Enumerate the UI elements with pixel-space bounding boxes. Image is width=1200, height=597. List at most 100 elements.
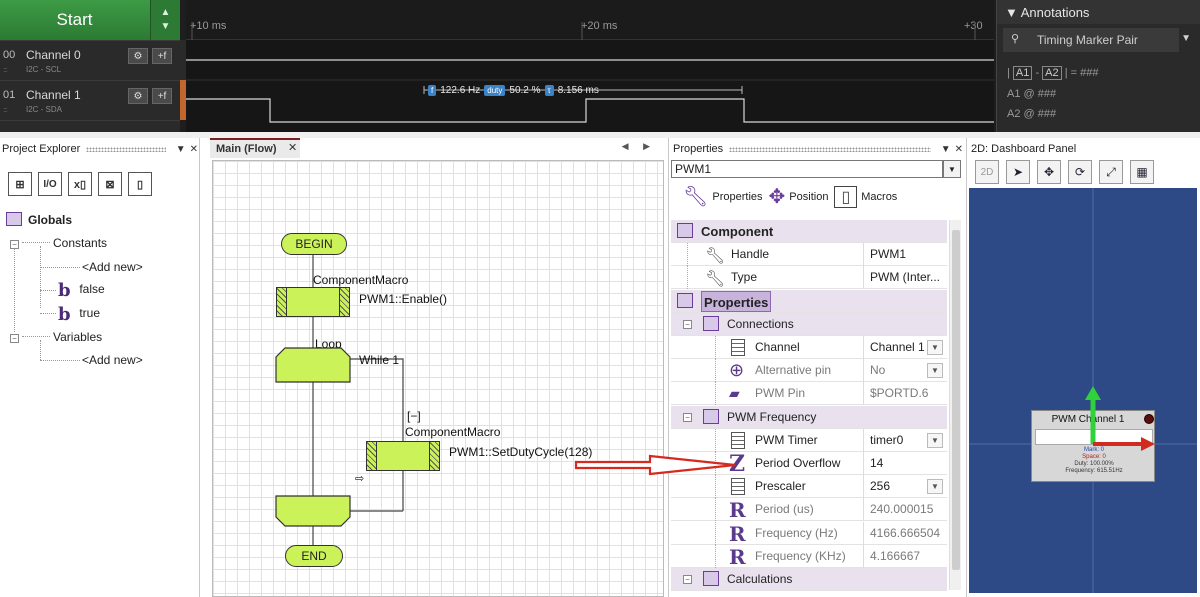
channel-trigger-icon[interactable]: +f bbox=[152, 48, 172, 64]
dashboard-panel: 2D: Dashboard Panel 2D ➤ ✥ ⟳ ⤢ ▦ PWM Cha… bbox=[966, 138, 1200, 597]
close-icon[interactable]: ✕ bbox=[955, 144, 963, 155]
chevron-down-icon[interactable]: ▼ bbox=[1181, 33, 1191, 44]
scrollbar-thumb[interactable] bbox=[952, 230, 960, 570]
tab-properties[interactable]: 🔧︎ Properties bbox=[683, 184, 763, 209]
property-row[interactable]: R Period (us) 240.000015 bbox=[671, 498, 947, 522]
channel-row-1[interactable]: 01 Channel 1 I2C - SDA :::: ⚙ +f bbox=[0, 80, 180, 120]
property-row[interactable]: PWM Timer timer0 ▼ bbox=[671, 428, 947, 452]
macro2-call: PWM1::SetDutyCycle(128) bbox=[449, 445, 593, 459]
ports-icon[interactable]: I/O bbox=[38, 172, 62, 196]
chevron-down-icon[interactable]: ▼ bbox=[943, 160, 961, 178]
property-value[interactable]: 240.000015 bbox=[863, 498, 947, 522]
property-row[interactable]: − Calculations bbox=[671, 568, 947, 591]
dashboard-canvas[interactable]: PWM Channel 1 Mark: 0 Space: 0 Duty: 100… bbox=[969, 188, 1197, 593]
flow-begin[interactable]: BEGIN bbox=[281, 233, 347, 255]
marker-a1-value: A1 @ ### bbox=[1007, 88, 1057, 100]
tab-position[interactable]: ✥ Position bbox=[769, 184, 829, 209]
dropdown-icon[interactable]: ▼ bbox=[941, 144, 951, 155]
panel-title: Properties bbox=[673, 143, 724, 155]
chevron-down-icon[interactable]: ▼ bbox=[927, 340, 943, 355]
start-spinner[interactable]: ▲ ▼ bbox=[150, 0, 180, 40]
tree-constant-true[interactable]: b true bbox=[58, 304, 100, 325]
property-row[interactable]: 🔧︎ Type PWM (Inter... bbox=[671, 266, 947, 290]
channel-settings-gear-icon[interactable]: ⚙ bbox=[128, 48, 148, 64]
rotate-icon[interactable]: ⟳ bbox=[1068, 160, 1092, 184]
collapse-icon[interactable]: − bbox=[683, 412, 692, 422]
close-icon[interactable]: ✕ bbox=[190, 144, 198, 155]
property-row[interactable]: Channel Channel 1 ▼ bbox=[671, 336, 947, 359]
property-row[interactable]: Properties bbox=[671, 289, 947, 313]
property-row[interactable]: ▰ PWM Pin $PORTD.6 bbox=[671, 382, 947, 406]
spin-down-icon[interactable]: ▼ bbox=[161, 20, 171, 34]
flow-loop-start[interactable] bbox=[275, 347, 351, 383]
dashboard-header[interactable]: 2D: Dashboard Panel bbox=[971, 140, 1199, 158]
dropdown-icon[interactable]: ▼ bbox=[176, 144, 186, 155]
annotation-type-select[interactable]: Timing Marker Pair ▼ ⚲ bbox=[1003, 28, 1191, 52]
property-row[interactable]: R Frequency (KHz) 4.166667 bbox=[671, 544, 947, 568]
property-row[interactable]: 🔧︎ Handle PWM1 bbox=[671, 243, 947, 267]
pan-icon[interactable]: ✥ bbox=[1037, 160, 1061, 184]
pointer-icon[interactable]: ➤ bbox=[1006, 160, 1030, 184]
events-icon[interactable]: ▯ bbox=[128, 172, 152, 196]
tree-variables[interactable]: − Variables bbox=[10, 330, 102, 344]
drag-handle-icon[interactable]: :::: bbox=[3, 107, 8, 114]
chevron-down-icon[interactable]: ▼ bbox=[927, 432, 943, 448]
property-row[interactable]: − PWM Frequency bbox=[671, 405, 947, 429]
property-name: Period Overflow bbox=[755, 456, 841, 470]
properties-scrollbar[interactable] bbox=[949, 220, 961, 590]
property-row[interactable]: R Frequency (Hz) 4166.666504 bbox=[671, 521, 947, 545]
transform-gizmo[interactable] bbox=[969, 188, 1197, 593]
property-name: Handle bbox=[731, 247, 770, 262]
macros-icon[interactable]: ⊠ bbox=[98, 172, 122, 196]
tree-add-variable[interactable]: <Add new> bbox=[82, 353, 143, 367]
property-row[interactable]: Z Period Overflow 14 bbox=[671, 452, 947, 475]
close-icon[interactable]: ✕ bbox=[288, 141, 297, 154]
channel-row-0[interactable]: 00 Channel 0 I2C - SCL :::: ⚙ +f bbox=[0, 40, 180, 80]
waveform-area[interactable]: +10 ms +20 ms +30 f 122.6 Hz duty 50.2 % bbox=[186, 0, 994, 132]
property-row[interactable]: − Connections bbox=[671, 312, 947, 336]
tree-constant-false[interactable]: b false bbox=[58, 280, 105, 301]
property-row[interactable]: Component bbox=[671, 220, 947, 243]
collapse-icon[interactable]: − bbox=[10, 334, 19, 343]
property-row[interactable]: Prescaler 256 ▼ bbox=[671, 475, 947, 499]
flow-loop-end[interactable] bbox=[275, 495, 351, 527]
flow-macro-setdutycycle[interactable] bbox=[366, 441, 440, 471]
property-value[interactable]: 14 bbox=[863, 452, 947, 475]
property-row[interactable]: ⊕ Alternative pin No ▼ bbox=[671, 359, 947, 383]
tree-add-constant[interactable]: <Add new> bbox=[82, 260, 143, 274]
components-icon[interactable]: ⊞ bbox=[8, 172, 32, 196]
zoom-fit-icon[interactable]: ⤢ bbox=[1099, 160, 1123, 184]
collapse-toggle[interactable]: [−] bbox=[407, 409, 421, 423]
property-value[interactable]: PWM1 bbox=[863, 243, 947, 267]
property-value[interactable]: PWM (Inter... bbox=[863, 266, 947, 290]
component-select[interactable]: PWM1 bbox=[671, 160, 943, 178]
properties-header[interactable]: Properties ▼ ✕ bbox=[673, 140, 963, 158]
tab-scroll-icons[interactable]: ◀ ▶ bbox=[622, 141, 656, 152]
collapse-icon[interactable]: − bbox=[683, 319, 692, 329]
grid-icon[interactable]: ▦ bbox=[1130, 160, 1154, 184]
chevron-down-icon[interactable]: ▼ bbox=[927, 479, 943, 495]
channel-row-partial bbox=[0, 120, 180, 132]
project-explorer-header[interactable]: Project Explorer ▼ ✕ bbox=[2, 140, 198, 158]
flow-end[interactable]: END bbox=[285, 545, 343, 567]
chevron-down-icon[interactable]: ▼ bbox=[927, 363, 943, 379]
property-value[interactable]: $PORTD.6 bbox=[863, 382, 947, 406]
channel-settings-gear-icon[interactable]: ⚙ bbox=[128, 88, 148, 104]
tree-globals[interactable]: Globals bbox=[6, 212, 72, 227]
tab-main-flow[interactable]: Main (Flow) bbox=[210, 138, 300, 158]
tab-macros[interactable]: ▯ Macros bbox=[834, 185, 897, 208]
variables-icon[interactable]: x▯ bbox=[68, 172, 92, 196]
drag-handle-icon[interactable]: :::: bbox=[3, 67, 8, 74]
tree-constants[interactable]: − Constants bbox=[10, 236, 107, 250]
annotations-header[interactable]: ▼ Annotations bbox=[997, 0, 1200, 24]
view-2d-icon[interactable]: 2D bbox=[975, 160, 999, 184]
collapse-icon[interactable]: − bbox=[683, 575, 692, 584]
property-value[interactable]: 4166.666504 bbox=[863, 521, 947, 545]
channel-trigger-icon[interactable]: +f bbox=[152, 88, 172, 104]
spin-up-icon[interactable]: ▲ bbox=[161, 6, 171, 20]
marker-a2-box[interactable]: A2 bbox=[1042, 66, 1062, 80]
flow-macro-enable[interactable] bbox=[276, 287, 350, 317]
flowchart-canvas[interactable]: BEGIN ComponentMacro PWM1::Enable() Loop… bbox=[212, 160, 664, 597]
marker-a1-box[interactable]: A1 bbox=[1012, 66, 1033, 80]
property-value[interactable]: 4.166667 bbox=[863, 544, 947, 568]
